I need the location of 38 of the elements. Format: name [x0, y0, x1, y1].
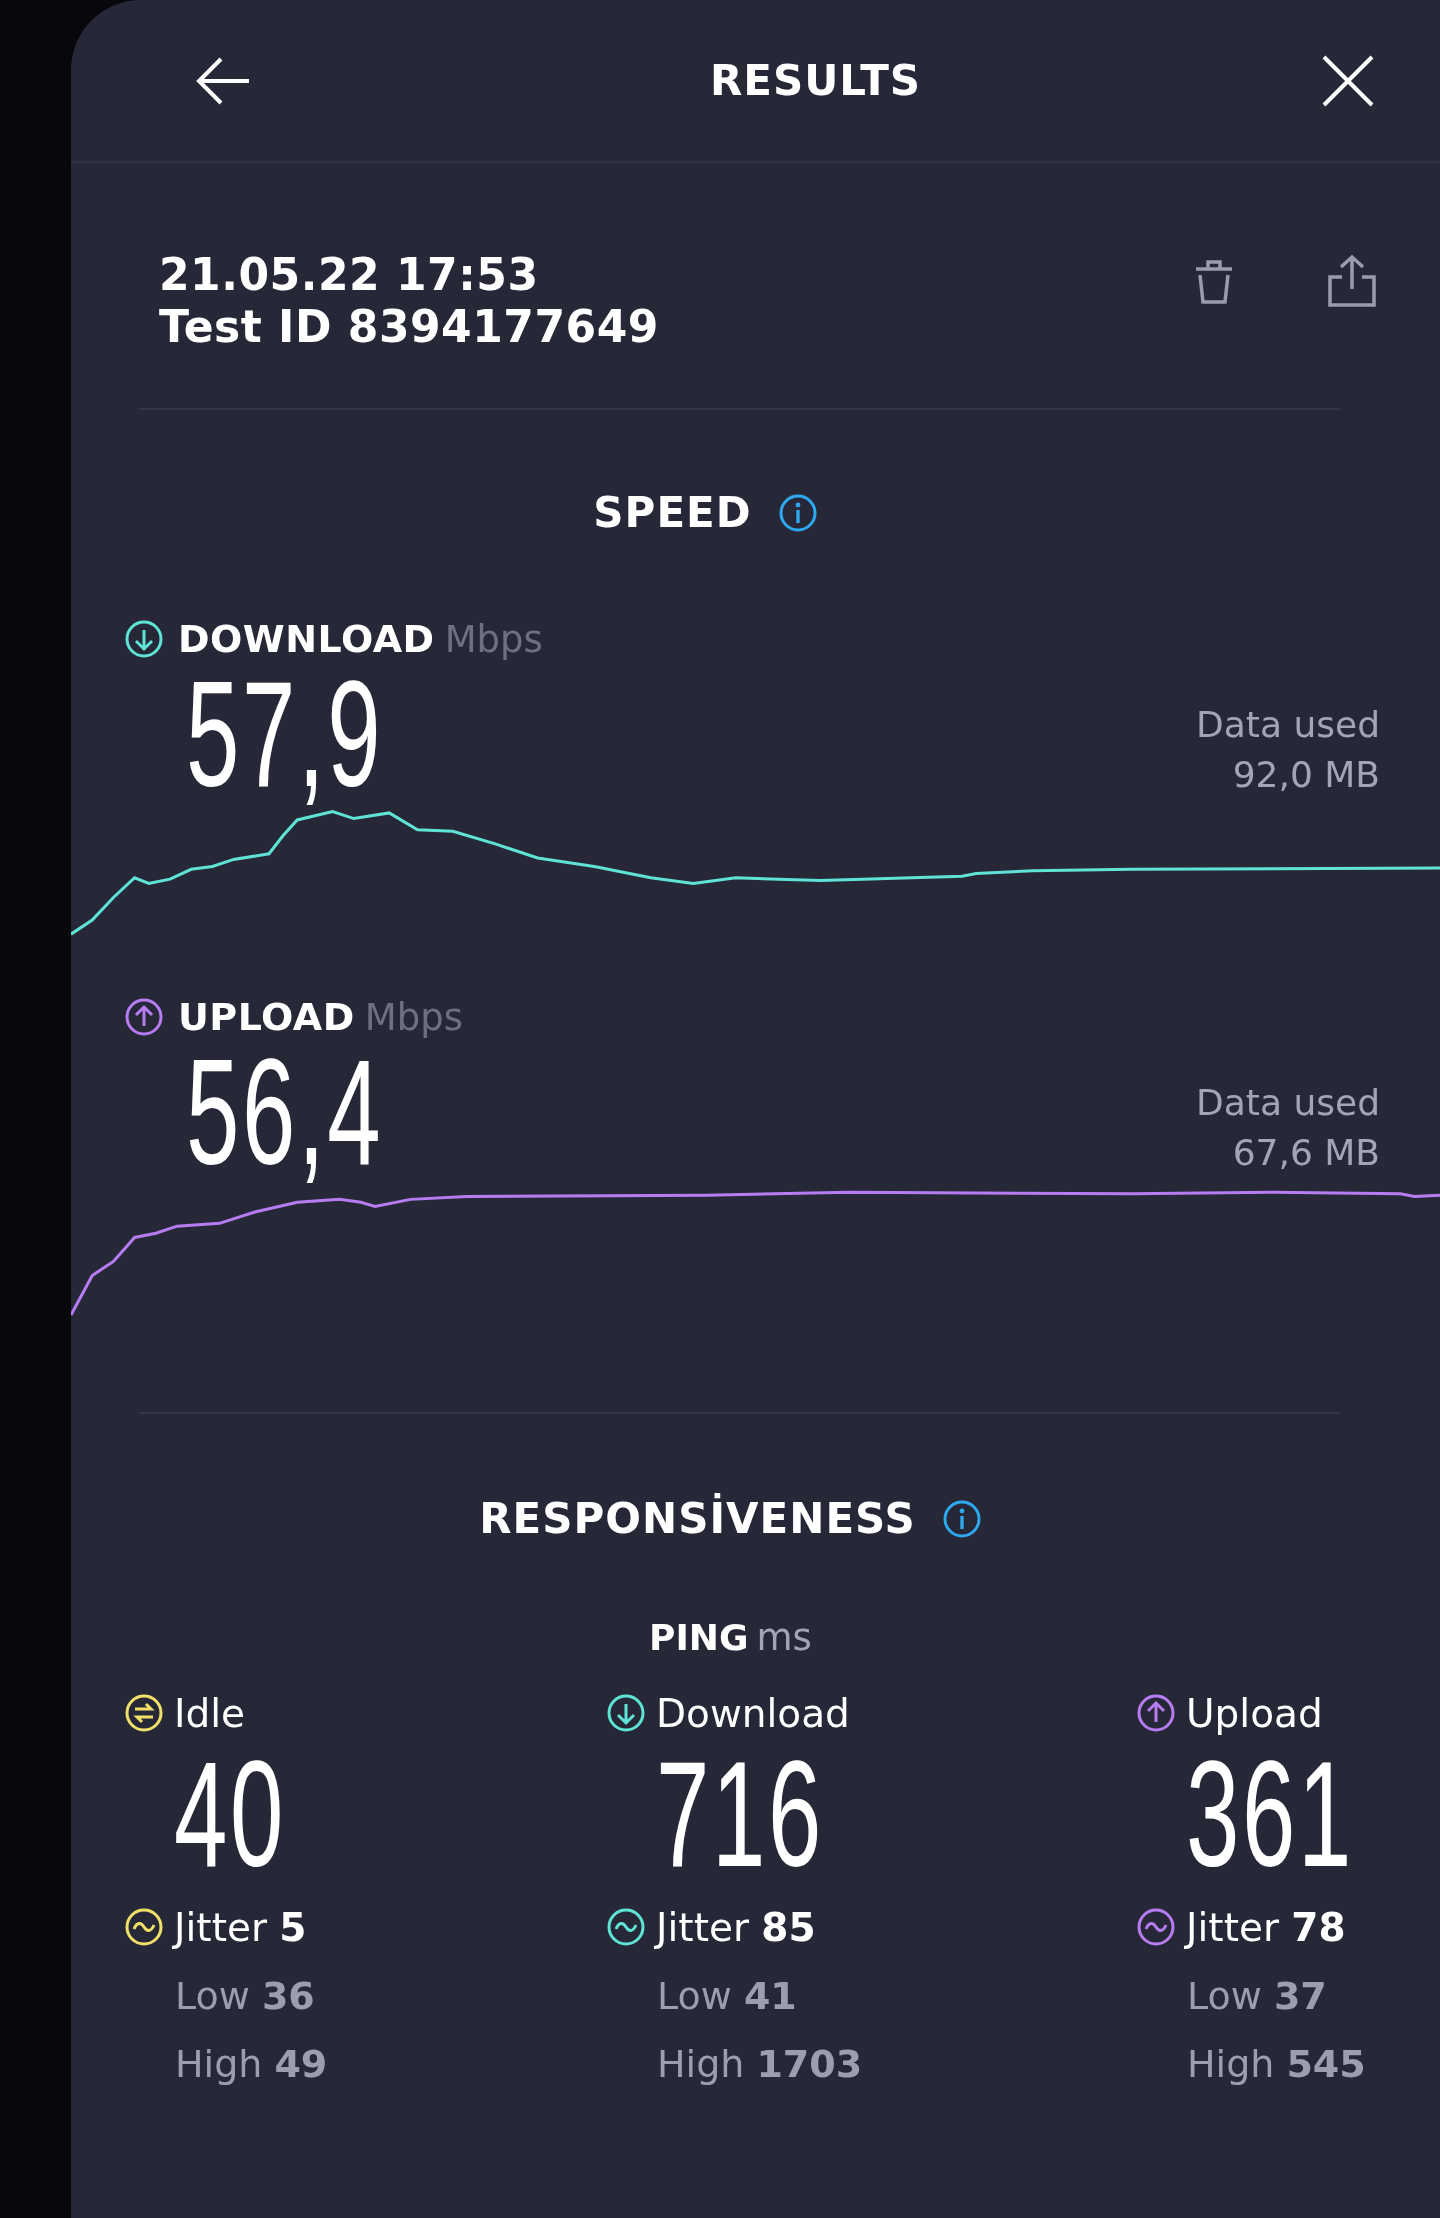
ping-value: 716 [656, 1739, 825, 1889]
unit-label: ms [756, 1616, 812, 1659]
data-used-value: 67,6 MB [1231, 1131, 1380, 1175]
metric-label: UPLOAD [178, 995, 355, 1039]
unit-label: Mbps [444, 617, 543, 661]
data-used-value: 92,0 MB [1231, 753, 1380, 797]
high-text: High 1703 [657, 2041, 864, 2088]
jitter-icon [124, 1907, 164, 1947]
ping-value: 40 [174, 1739, 287, 1889]
section-heading: RESPONSİVENESS [479, 1493, 916, 1543]
ping-type-label: Upload [1186, 1690, 1323, 1736]
low-text: Low 37 [1187, 1973, 1328, 2020]
jitter-icon [606, 1907, 646, 1947]
ping-type-label: Download [656, 1690, 850, 1736]
info-icon[interactable] [777, 493, 818, 533]
high-text: High 49 [175, 2041, 329, 2088]
test-datetime: 21.05.22 17:53 [159, 248, 540, 301]
jitter-text: Jitter 5 [174, 1904, 307, 1950]
low-text: Low 36 [175, 1973, 316, 2020]
ping-type-label: Idle [174, 1690, 246, 1736]
data-used-label: Data used [1196, 1081, 1380, 1125]
unit-label: Mbps [364, 995, 463, 1039]
ping-label: PING [649, 1617, 749, 1658]
speed-value: 56,4 [186, 1042, 384, 1182]
data-used-label: Data used [1196, 703, 1380, 747]
section-heading: SPEED [593, 487, 752, 537]
jitter-text: Jitter 85 [656, 1904, 816, 1950]
info-icon[interactable] [941, 1499, 982, 1539]
high-text: High 545 [1187, 2041, 1367, 2088]
speed-value: 57,9 [186, 664, 384, 804]
jitter-icon [1136, 1907, 1176, 1947]
metric-label: DOWNLOAD [178, 617, 435, 661]
low-text: Low 41 [657, 1973, 798, 2020]
test-id: Test ID 8394177649 [159, 300, 659, 353]
jitter-text: Jitter 78 [1186, 1904, 1346, 1950]
ping-value: 361 [1186, 1739, 1346, 1889]
page-title: RESULTS [709, 56, 922, 105]
idle-icon [124, 1693, 164, 1733]
